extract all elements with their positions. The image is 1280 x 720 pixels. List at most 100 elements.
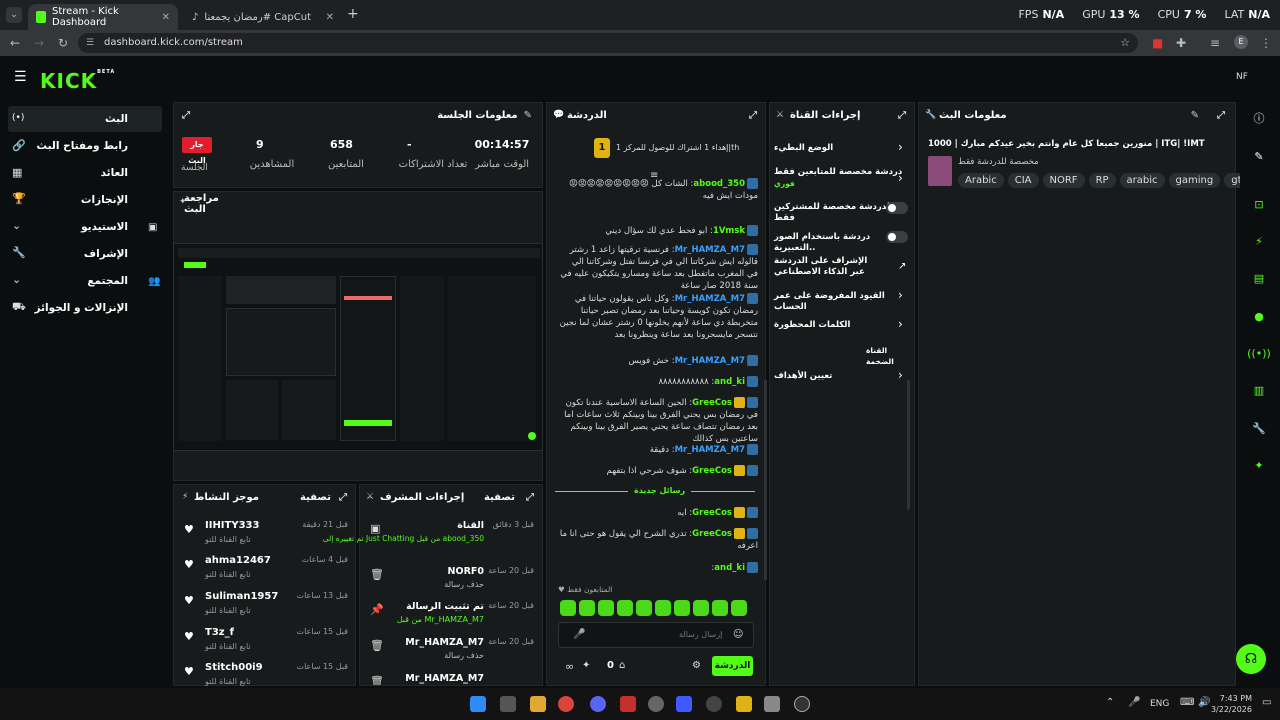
- sidebar-item-stream[interactable]: البث: [8, 106, 162, 132]
- clock[interactable]: 7:43 PM 3/22/2026: [1210, 693, 1252, 715]
- media-icon[interactable]: ≡: [1210, 36, 1220, 50]
- stream-tag[interactable]: NORF: [1042, 173, 1085, 188]
- app-icon[interactable]: [648, 696, 664, 712]
- clip-icon[interactable]: ⊡: [1249, 194, 1269, 214]
- chat-username[interactable]: GreeCos: [692, 466, 732, 476]
- chat-input[interactable]: 🎤 إرسال رسالة ☺: [558, 622, 754, 648]
- sidebar-item-studio[interactable]: الاستيديو ▣: [8, 214, 162, 240]
- microphone-icon[interactable]: 🎤: [1128, 697, 1140, 708]
- stream-tag[interactable]: arabic: [1119, 173, 1165, 188]
- close-icon[interactable]: ✕: [162, 12, 170, 23]
- chevron-down-icon[interactable]: ⌄: [12, 273, 21, 286]
- chevron-right-icon[interactable]: ›: [898, 288, 903, 302]
- infinity-icon[interactable]: ∞: [565, 660, 574, 673]
- chat-username[interactable]: Mr_HAMZA_M7: [675, 445, 745, 455]
- reload-icon[interactable]: ↻: [58, 36, 68, 50]
- emote-icon[interactable]: [617, 600, 633, 616]
- sidebar-item-community[interactable]: المجتمع 👥: [8, 268, 162, 294]
- tab-kick-dashboard[interactable]: Stream - Kick Dashboard ✕: [28, 4, 178, 30]
- option-banned-words[interactable]: الكلمات المحظورة: [774, 320, 910, 331]
- chevron-right-icon[interactable]: ›: [898, 140, 903, 154]
- tab-capcut[interactable]: ♪ رمضان يجمعنا# CapCut #2M# ✕: [184, 4, 342, 30]
- mod-filter-button[interactable]: تصفية: [484, 492, 515, 503]
- support-headset-button[interactable]: ☊: [1236, 644, 1266, 674]
- option-followers-only[interactable]: دردشة مخصصة للمتابعين فقط فوري: [774, 167, 910, 190]
- category-thumbnail[interactable]: [928, 156, 952, 186]
- bolt-icon[interactable]: ⚡: [1249, 231, 1269, 251]
- forward-icon[interactable]: →: [34, 36, 44, 50]
- app-icon[interactable]: [764, 696, 780, 712]
- chrome-icon[interactable]: [558, 696, 574, 712]
- chat-bubble-icon[interactable]: ●: [1249, 306, 1269, 326]
- emote-icon[interactable]: [560, 600, 576, 616]
- expand-icon[interactable]: ⤢: [1217, 110, 1225, 121]
- app-icon[interactable]: [500, 696, 516, 712]
- chevron-down-icon[interactable]: ⌄: [12, 219, 21, 232]
- wrench-icon[interactable]: 🔧: [1249, 418, 1269, 438]
- option-set-goals[interactable]: تعيين الأهداف: [774, 371, 910, 382]
- edit-pencil-icon[interactable]: ✎: [1249, 146, 1269, 166]
- expand-icon[interactable]: ⤢: [749, 110, 757, 121]
- info-icon[interactable]: ⓘ: [1249, 108, 1269, 128]
- emote-icon[interactable]: [655, 600, 671, 616]
- profile-avatar[interactable]: E: [1234, 35, 1248, 49]
- chat-username[interactable]: GreeCos: [692, 398, 732, 408]
- external-link-icon[interactable]: ↗: [898, 261, 906, 272]
- send-chat-button[interactable]: الدردشة: [712, 656, 753, 676]
- emote-icon[interactable]: [693, 600, 709, 616]
- emote-icon[interactable]: [674, 600, 690, 616]
- expand-icon[interactable]: ⤢: [182, 110, 190, 121]
- tray-chevron-icon[interactable]: ⌃: [1106, 697, 1114, 708]
- chevron-right-icon[interactable]: ›: [898, 317, 903, 331]
- extension-icon[interactable]: ■: [1152, 36, 1163, 50]
- sidebar-item-revenue[interactable]: العائد: [8, 160, 162, 186]
- sidebar-item-moderation[interactable]: الإشراف: [8, 241, 162, 267]
- tab-search-button[interactable]: ⌄: [6, 7, 22, 23]
- chat-username[interactable]: and_ki: [714, 377, 745, 387]
- address-bar[interactable]: ☰ dashboard.kick.com/stream ☆: [78, 33, 1138, 53]
- stream-tag[interactable]: gaming: [1168, 173, 1221, 188]
- broadcast-icon[interactable]: ((•)): [1247, 343, 1271, 363]
- document-icon[interactable]: ▤: [1249, 268, 1269, 288]
- chat-username[interactable]: 1Vmsk: [713, 226, 745, 236]
- new-tab-button[interactable]: +: [347, 6, 359, 22]
- chat-username[interactable]: Mr_HAMZA_M7: [675, 245, 745, 255]
- stream-tag[interactable]: RP: [1088, 173, 1116, 188]
- site-info-icon[interactable]: ☰: [86, 33, 94, 53]
- app-icon[interactable]: [620, 696, 636, 712]
- microphone-icon[interactable]: 🎤: [573, 629, 585, 640]
- emote-icon[interactable]: [598, 600, 614, 616]
- menu-dots-icon[interactable]: ⋮: [1260, 36, 1272, 50]
- obs-icon[interactable]: [794, 696, 810, 712]
- file-explorer-icon[interactable]: [530, 696, 546, 712]
- edit-pencil-icon[interactable]: ✎: [1191, 110, 1199, 121]
- option-ai-moderation[interactable]: الإشراف على الدردشة عبر الذكاء الاصطناعي: [774, 256, 884, 278]
- back-icon[interactable]: ←: [10, 36, 20, 50]
- close-icon[interactable]: ✕: [326, 12, 334, 23]
- language-indicator[interactable]: ENG: [1150, 699, 1169, 709]
- chat-username[interactable]: abood_350: [693, 179, 745, 189]
- chat-username[interactable]: GreeCos: [692, 508, 732, 518]
- kick-logo[interactable]: KICKBETA: [40, 69, 115, 93]
- points-icon[interactable]: ✦: [582, 660, 590, 671]
- chat-username[interactable]: and_ki: [714, 563, 745, 573]
- gear-icon[interactable]: ⚙: [692, 660, 701, 671]
- user-avatar[interactable]: NF: [1236, 72, 1248, 82]
- activity-filter-button[interactable]: تصفية: [300, 492, 331, 503]
- option-account-age[interactable]: القيود المفروضة على عمر الحساب: [774, 291, 910, 313]
- emote-icon[interactable]: [579, 600, 595, 616]
- channel-actions-scrollbar[interactable]: [907, 380, 910, 510]
- chat-username[interactable]: Mr_HAMZA_M7: [675, 294, 745, 304]
- notification-icon[interactable]: ▭: [1262, 697, 1271, 708]
- stream-preview-video[interactable]: [173, 243, 543, 451]
- sidebar-item-stream-key[interactable]: رابط ومفتاح البث: [8, 133, 162, 159]
- app-icon[interactable]: [736, 696, 752, 712]
- chat-username[interactable]: Mr_HAMZA_M7: [675, 356, 745, 366]
- extensions-puzzle-icon[interactable]: ✚: [1176, 36, 1186, 50]
- bookmark-star-icon[interactable]: ☆: [1120, 33, 1130, 53]
- expand-icon[interactable]: ⤢: [526, 492, 534, 503]
- stream-tag[interactable]: Arabic: [958, 173, 1004, 188]
- emote-icon[interactable]: [731, 600, 747, 616]
- subscribers-only-toggle[interactable]: [886, 202, 908, 214]
- sidebar-item-drops[interactable]: الإنزالات و الجوائز: [8, 295, 162, 321]
